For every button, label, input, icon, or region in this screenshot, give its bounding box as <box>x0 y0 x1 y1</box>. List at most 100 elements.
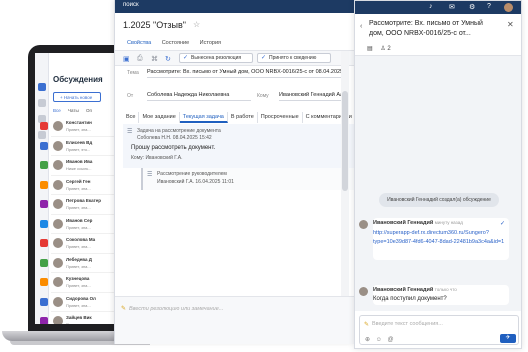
pencil-icon: ✎ <box>121 306 127 312</box>
list-item-preview: Привет, зна... <box>66 302 91 308</box>
tab-op[interactable]: Оп <box>86 108 92 113</box>
tab-properties[interactable]: Свойства <box>127 40 151 46</box>
feed-scrollbar[interactable] <box>341 51 349 296</box>
list-item-name: Иванов Ива <box>66 159 93 164</box>
save-icon[interactable]: ▣ <box>123 55 130 63</box>
card-tabs: Свойства Состояние История <box>127 40 230 46</box>
document-title: 1.2025 "Отзыв" <box>123 20 186 30</box>
start-new-button[interactable]: + Начать новое <box>53 92 101 102</box>
filter-overdue[interactable]: Просроченные <box>258 112 303 123</box>
to-field[interactable]: Ивановский Геннадий Алексеевич <box>279 90 343 101</box>
card-toolbar: ▣ ⎙ ⌘ ↻ ✓ Вынесена резолюция ✓ Принято к… <box>115 51 354 66</box>
laptop-page-title: Обсуждения <box>53 75 103 84</box>
task-feed-item[interactable]: ☰ Задача на рассмотрение документа Собол… <box>123 124 354 168</box>
pencil-icon: ✎ <box>364 322 370 328</box>
list-item-preview: Ниже ссылк... <box>66 166 92 171</box>
home-icon[interactable] <box>38 83 46 91</box>
task-icon: ☰ <box>127 129 133 135</box>
message-text: Когда поступил документ? <box>373 296 447 302</box>
acknowledged-button-label: Принято к сведению <box>269 55 317 61</box>
filter-current-task[interactable]: Текущая задача <box>179 112 228 123</box>
list-item-name: Елисеев Вд <box>66 139 93 145</box>
app-badge-icon <box>40 297 48 306</box>
subtask-feed-item[interactable]: ☰ Рассмотрение руководителем Ивановский … <box>141 168 354 190</box>
task-title: Задача на рассмотрение документа <box>137 128 221 134</box>
tab-history[interactable]: История <box>200 40 221 46</box>
attach-icon[interactable]: ⌘ <box>151 55 158 63</box>
subject-field[interactable]: Рассмотрите: Вх. письмо от Умный дом, ОО… <box>147 67 343 78</box>
task-filters: Все Мое задание Текущая задача В работе Прос… <box>123 112 354 123</box>
app-badge-icon <box>40 317 48 324</box>
list-item-preview: Привет, зна... <box>66 224 91 230</box>
document-card-panel: поиск 1.2025 "Отзыв" ☆ Свойства Состояни… <box>114 0 354 344</box>
tasks-icon[interactable] <box>38 131 46 139</box>
resolution-button[interactable]: ✓ Вынесена резолюция <box>179 53 253 63</box>
list-item-preview: Привет, зна... <box>66 205 91 210</box>
from-field[interactable]: Соболева Надежда Николаевна <box>147 90 251 101</box>
check-icon: ✓ <box>261 55 267 61</box>
chat-message: Ивановский Геннадий минуту назад ✓ http:… <box>359 218 509 260</box>
avatar <box>53 257 63 268</box>
list-item-name: Сидорова Ол <box>66 295 96 301</box>
avatar <box>359 287 368 296</box>
tab-all[interactable]: Все <box>53 108 61 113</box>
resolution-button-label: Вынесена резолюция <box>191 55 242 61</box>
filter-in-progress[interactable]: В работе <box>228 112 258 123</box>
app-badge-icon <box>40 258 48 267</box>
tab-state[interactable]: Состояние <box>162 40 189 46</box>
avatar <box>53 218 63 229</box>
message-input[interactable]: Введите текст сообщения... <box>372 321 443 327</box>
send-button[interactable]: ✈ <box>500 334 516 343</box>
list-item-name: Петрова Екатер <box>66 198 102 203</box>
inbox-icon[interactable] <box>38 99 46 107</box>
close-icon[interactable]: ✕ <box>507 20 514 29</box>
app-badge-icon <box>40 200 48 208</box>
list-item-preview: Привет, зна... <box>66 127 91 132</box>
message-author: Ивановский Геннадий минуту назад <box>373 220 463 226</box>
subtask-author-date: Ивановский Г.А. 16.04.2025 11:01 <box>157 179 234 185</box>
app-badge-icon <box>40 141 48 150</box>
app-badge-icon <box>40 161 48 169</box>
avatar <box>53 199 63 209</box>
mention-icon[interactable]: @ <box>388 337 394 343</box>
acknowledged-button[interactable]: ✓ Принято к сведению <box>257 53 331 63</box>
top-search-bar[interactable]: поиск <box>115 0 354 13</box>
chat-messages: Ивановский Геннадий создал(а) обсуждение… <box>355 56 521 311</box>
message-link[interactable]: http://superapp-def.rx.directum360.ru/Su… <box>373 229 505 247</box>
app-badge-icon <box>40 219 48 228</box>
app-badge-icon <box>40 239 48 247</box>
task-author-date: Соболева Н.Н. 08.04.2025 15:42 <box>137 135 212 141</box>
attach-icon[interactable]: ⊕ <box>365 337 370 343</box>
task-message: Прошу рассмотреть документ. <box>131 145 216 151</box>
filter-my-task[interactable]: Мое задание <box>139 112 180 123</box>
laptop-tabs: Все Чаты Оп <box>53 108 98 113</box>
mail-icon[interactable]: ✉ <box>449 3 455 11</box>
print-icon[interactable]: ⎙ <box>137 55 143 63</box>
resolution-input[interactable]: Ввести резолюцию или замечание... <box>129 306 223 312</box>
scrollbar-thumb[interactable] <box>342 91 348 191</box>
participants-count[interactable]: ▤ ♙ 2 <box>367 45 391 52</box>
gear-icon[interactable]: ⚙ <box>469 3 475 11</box>
list-item-name: Соколова Ма <box>66 237 96 242</box>
emoji-icon[interactable]: ☺ <box>376 337 382 343</box>
star-icon[interactable]: ☆ <box>193 20 200 29</box>
filter-all[interactable]: Все <box>123 112 140 123</box>
bell-icon[interactable]: ♪ <box>429 3 433 10</box>
refresh-icon[interactable]: ↻ <box>165 55 171 63</box>
resolution-input-area: ✎ Ввести резолюцию или замечание... <box>115 296 354 344</box>
avatar <box>53 277 63 287</box>
screenshot-stage: Обсуждения + Начать новое Все Чаты Оп Ко… <box>0 0 528 352</box>
search-label[interactable]: поиск <box>123 2 139 8</box>
tab-chats[interactable]: Чаты <box>68 108 79 113</box>
user-avatar[interactable] <box>504 3 513 12</box>
avatar <box>53 140 63 151</box>
list-item-preview: Привет, зна... <box>66 322 91 324</box>
message-input-box[interactable]: ✎ Введите текст сообщения... ⊕ ☺ @ ✈ <box>359 315 519 345</box>
app-badge-icon <box>40 180 48 189</box>
list-item-preview: Привет, зна... <box>66 244 91 249</box>
chevron-left-icon[interactable]: ‹ <box>360 23 362 30</box>
list-item-preview: Привет, зна... <box>66 283 91 288</box>
chat-header: ‹ Рассмотрите: Вх. письмо от Умный дом, … <box>355 14 521 56</box>
help-icon[interactable]: ? <box>487 3 491 10</box>
avatar <box>53 121 63 131</box>
